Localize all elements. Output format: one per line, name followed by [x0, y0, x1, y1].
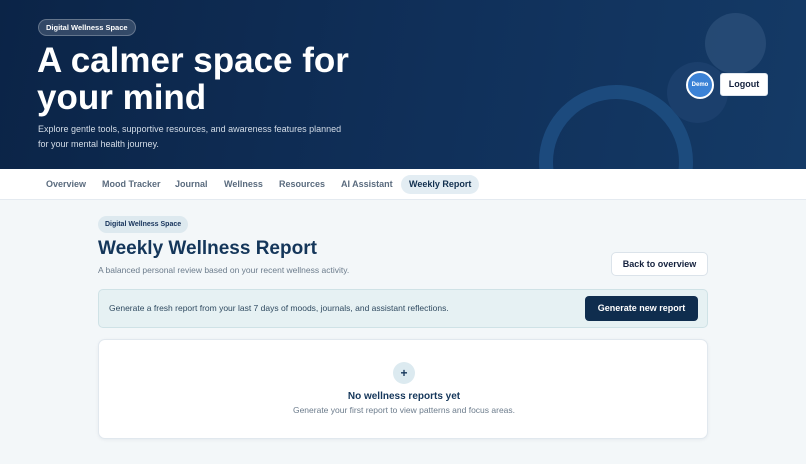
decorative-circle: [705, 13, 766, 74]
empty-state-card: + No wellness reports yet Generate your …: [98, 339, 708, 439]
page-title: Weekly Wellness Report: [98, 238, 317, 259]
tab-weekly-report[interactable]: Weekly Report: [401, 175, 480, 194]
hero-banner: Digital Wellness Space A calmer space fo…: [0, 0, 806, 169]
main-nav: Overview Mood Tracker Journal Wellness R…: [0, 169, 806, 200]
hero-badge: Digital Wellness Space: [38, 19, 136, 36]
tab-wellness[interactable]: Wellness: [216, 175, 271, 194]
hero-title: A calmer space for your mind: [37, 41, 349, 117]
empty-state-subtitle: Generate your first report to view patte…: [292, 405, 516, 415]
page-subtitle: A balanced personal review based on your…: [98, 265, 350, 275]
empty-state-title: No wellness reports yet: [347, 391, 461, 402]
generate-report-panel: Generate a fresh report from your last 7…: [98, 289, 708, 328]
plus-icon: +: [393, 362, 415, 384]
logout-button[interactable]: Logout: [720, 73, 768, 96]
tab-ai-assistant[interactable]: AI Assistant: [333, 175, 401, 194]
tab-journal[interactable]: Journal: [167, 175, 216, 194]
generate-report-text: Generate a fresh report from your last 7…: [109, 303, 449, 313]
tab-resources[interactable]: Resources: [271, 175, 333, 194]
generate-report-button[interactable]: Generate new report: [585, 296, 698, 321]
user-avatar[interactable]: Demo: [686, 71, 714, 99]
tab-overview[interactable]: Overview: [38, 175, 94, 194]
section-chip: Digital Wellness Space: [98, 216, 189, 233]
tab-mood-tracker[interactable]: Mood Tracker: [94, 175, 169, 194]
back-to-overview-button[interactable]: Back to overview: [611, 252, 708, 276]
hero-subtitle: Explore gentle tools, supportive resourc…: [38, 124, 342, 149]
